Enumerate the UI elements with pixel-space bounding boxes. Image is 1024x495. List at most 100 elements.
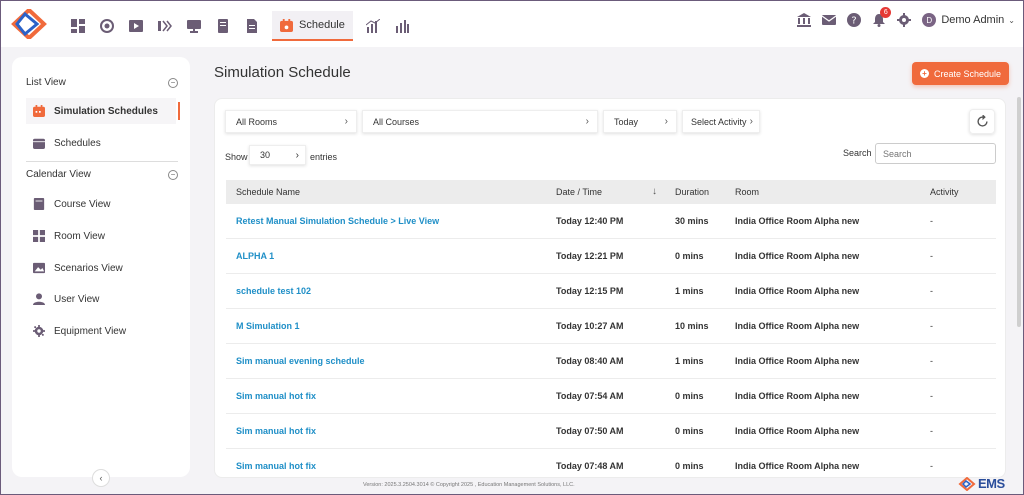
sidebar-item-label: Equipment View bbox=[54, 325, 127, 337]
table-body: Retest Manual Simulation Schedule > Live… bbox=[226, 204, 996, 477]
calendar-icon bbox=[33, 105, 45, 117]
help-button[interactable]: ? bbox=[847, 13, 862, 27]
image-icon bbox=[33, 262, 45, 274]
plus-icon: + bbox=[919, 69, 929, 78]
column-activity[interactable]: Activity bbox=[920, 187, 996, 197]
cell-schedule-name[interactable]: M Simulation 1 bbox=[226, 321, 546, 331]
settings-button[interactable] bbox=[897, 13, 912, 27]
cell-schedule-name[interactable]: Sim manual hot fix bbox=[226, 461, 546, 471]
table-row: schedule test 102 Today 12:15 PM 1 mins Ind… bbox=[226, 274, 996, 309]
cell-schedule-name[interactable]: Sim manual evening schedule bbox=[226, 356, 546, 366]
column-duration[interactable]: Duration bbox=[665, 187, 725, 197]
sidebar-item-room-view[interactable]: Room View bbox=[26, 223, 176, 249]
table-header: Schedule Name Date / Time ↓ Duration Roo… bbox=[226, 180, 996, 204]
cell-schedule-name[interactable]: schedule test 102 bbox=[226, 286, 546, 296]
rooms-filter[interactable]: All Rooms › bbox=[225, 110, 357, 133]
nav-flow[interactable] bbox=[150, 13, 179, 39]
chevron-down-icon[interactable]: ⌄ bbox=[1008, 16, 1015, 25]
nav-document[interactable] bbox=[237, 13, 266, 39]
chevron-right-icon: › bbox=[749, 116, 753, 127]
table-row: Sim manual hot fix Today 07:50 AM 0 mins In… bbox=[226, 414, 996, 449]
sidebar-item-user-view[interactable]: User View bbox=[26, 286, 176, 312]
create-schedule-button[interactable]: + Create Schedule bbox=[912, 62, 1009, 85]
column-room[interactable]: Room bbox=[725, 187, 920, 197]
activity-filter[interactable]: Select Activity › bbox=[682, 110, 760, 133]
cell-activity: - bbox=[930, 426, 933, 436]
bar-chart-icon bbox=[366, 19, 381, 33]
table-row: ALPHA 1 Today 12:21 PM 0 mins India Office … bbox=[226, 239, 996, 274]
sidebar-item-scenarios-view[interactable]: Scenarios View bbox=[26, 255, 176, 281]
avatar[interactable]: D bbox=[922, 13, 937, 27]
tab-schedule[interactable]: Schedule bbox=[272, 11, 353, 41]
cell-duration: 10 mins bbox=[675, 321, 709, 331]
cell-duration: 30 mins bbox=[675, 216, 709, 226]
nav-book[interactable] bbox=[208, 13, 237, 39]
sidebar-collapse-button[interactable]: ‹ bbox=[92, 469, 110, 487]
book-icon bbox=[33, 198, 45, 210]
ems-logo: EMS bbox=[958, 476, 1005, 491]
cell-duration: 1 mins bbox=[675, 356, 704, 366]
cell-date-time: Today 08:40 AM bbox=[556, 356, 624, 366]
sidebar-item-course-view[interactable]: Course View bbox=[26, 191, 176, 217]
cell-activity: - bbox=[930, 321, 933, 331]
cell-room: India Office Room Alpha new bbox=[735, 461, 860, 471]
entries-select[interactable]: 30 › bbox=[249, 145, 306, 165]
nav-dashboard[interactable] bbox=[63, 13, 92, 39]
cell-activity: - bbox=[930, 461, 933, 471]
sidebar-item-label: Scenarios View bbox=[54, 262, 123, 274]
cell-room: India Office Room Alpha new bbox=[735, 251, 860, 261]
notification-badge: 6 bbox=[880, 7, 892, 18]
user-name[interactable]: Demo Admin bbox=[941, 14, 1004, 26]
sidebar: List View − Simulation Schedules Schedul… bbox=[12, 57, 190, 477]
nav-record[interactable] bbox=[92, 13, 121, 39]
cell-schedule-name[interactable]: Sim manual hot fix bbox=[226, 391, 546, 401]
refresh-button[interactable] bbox=[969, 109, 995, 134]
sort-down-icon: ↓ bbox=[652, 186, 657, 197]
nav-presentation[interactable] bbox=[179, 13, 208, 39]
nav-analytics[interactable] bbox=[388, 13, 417, 39]
sidebar-item-label: Room View bbox=[54, 230, 105, 242]
main-nav: Schedule bbox=[63, 11, 417, 41]
cell-date-time: Today 10:27 AM bbox=[556, 321, 624, 331]
calendar-view-header: Calendar View − bbox=[26, 169, 178, 180]
mail-button[interactable] bbox=[821, 13, 837, 27]
cell-date-time: Today 07:54 AM bbox=[556, 391, 624, 401]
table-row: Retest Manual Simulation Schedule > Live… bbox=[226, 204, 996, 239]
mail-icon bbox=[821, 15, 837, 25]
dashboard-icon bbox=[70, 19, 85, 33]
search-input[interactable] bbox=[875, 143, 996, 164]
cell-schedule-name[interactable]: Sim manual hot fix bbox=[226, 426, 546, 436]
collapse-calendar-view-icon[interactable]: − bbox=[168, 169, 178, 180]
cell-schedule-name[interactable]: ALPHA 1 bbox=[226, 251, 546, 261]
date-filter[interactable]: Today › bbox=[603, 110, 677, 133]
sidebar-divider bbox=[26, 161, 178, 162]
user-icon bbox=[33, 293, 45, 305]
column-date-time[interactable]: Date / Time ↓ bbox=[546, 186, 665, 197]
cell-room: India Office Room Alpha new bbox=[735, 321, 860, 331]
nav-video[interactable] bbox=[121, 13, 150, 39]
gear-icon bbox=[33, 325, 45, 337]
svg-text:?: ? bbox=[852, 16, 857, 27]
sidebar-item-label: Simulation Schedules bbox=[54, 105, 158, 117]
chevron-left-icon: ‹ bbox=[99, 473, 103, 483]
collapse-list-view-icon[interactable]: − bbox=[168, 77, 178, 88]
cell-schedule-name[interactable]: Retest Manual Simulation Schedule > Live… bbox=[226, 216, 546, 226]
column-schedule-name[interactable]: Schedule Name bbox=[226, 187, 546, 197]
sidebar-item-simulation-schedules[interactable]: Simulation Schedules bbox=[26, 98, 180, 124]
institution-button[interactable] bbox=[797, 13, 812, 27]
chevron-right-icon: › bbox=[664, 116, 668, 127]
app-logo-icon[interactable] bbox=[11, 9, 47, 39]
sidebar-item-equipment-view[interactable]: Equipment View bbox=[26, 318, 176, 344]
courses-filter[interactable]: All Courses › bbox=[362, 110, 598, 133]
analytics-icon bbox=[396, 20, 410, 33]
cell-room: India Office Room Alpha new bbox=[735, 216, 860, 226]
schedule-table: Schedule Name Date / Time ↓ Duration Roo… bbox=[226, 180, 996, 477]
flow-icon bbox=[157, 20, 172, 32]
nav-reports[interactable] bbox=[359, 13, 388, 39]
page-scrollbar[interactable] bbox=[1017, 97, 1021, 327]
top-bar: Schedule ? 6 D Demo Admin ⌄ bbox=[1, 1, 1023, 47]
cell-activity: - bbox=[930, 356, 933, 366]
sidebar-item-schedules[interactable]: Schedules bbox=[26, 130, 176, 156]
page-title: Simulation Schedule bbox=[214, 64, 351, 81]
notifications-button[interactable]: 6 bbox=[872, 7, 892, 27]
